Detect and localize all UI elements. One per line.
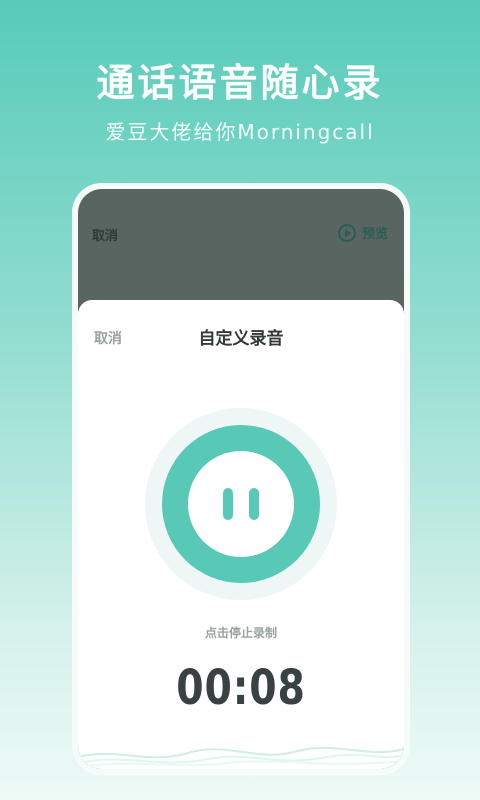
background-top-bar: 取消 预览 bbox=[92, 221, 390, 245]
preview-button[interactable]: 预览 bbox=[337, 223, 388, 242]
stop-recording-hint: 点击停止录制 bbox=[204, 626, 277, 640]
wave-icon bbox=[78, 746, 404, 768]
promo-headline: 通话语音随心录 bbox=[96, 61, 384, 105]
record-button-halo bbox=[145, 408, 337, 600]
record-stop-button[interactable] bbox=[162, 425, 320, 583]
sheet-title: 自定义录音 bbox=[198, 329, 284, 349]
promo-subline: 爱豆大佬给你Morningcall bbox=[105, 120, 375, 144]
record-button-face bbox=[188, 451, 294, 557]
recording-timer: 00:08 bbox=[176, 660, 306, 716]
pause-icon bbox=[188, 451, 294, 557]
phone-screen: 取消 预览 取消 自定义录音 点击停止录制 00:08 bbox=[78, 189, 404, 769]
background-cancel-button[interactable]: 取消 bbox=[92, 225, 118, 244]
preview-label: 预览 bbox=[361, 227, 388, 242]
play-circle-icon bbox=[337, 223, 356, 242]
recording-sheet: 取消 自定义录音 点击停止录制 00:08 bbox=[78, 300, 404, 769]
